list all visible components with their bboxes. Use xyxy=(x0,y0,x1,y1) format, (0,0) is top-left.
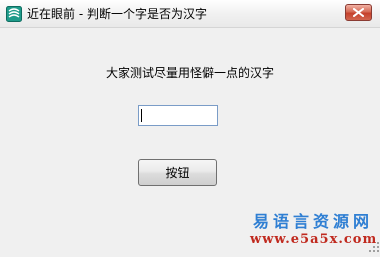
close-button[interactable] xyxy=(345,4,372,21)
resize-grip-icon[interactable] xyxy=(368,238,380,252)
watermark-site-url: www.e5a5x.com xyxy=(250,232,378,247)
window-title: 近在眼前 - 判断一个字是否为汉字 xyxy=(27,7,207,21)
watermark-site-name: 易语言资源网 xyxy=(252,212,373,231)
submit-button[interactable]: 按钮 xyxy=(138,159,217,186)
prompt-label: 大家测试尽量用怪僻一点的汉字 xyxy=(105,66,274,80)
close-icon xyxy=(353,8,364,17)
app-window: 近在眼前 - 判断一个字是否为汉字 大家测试尽量用怪僻一点的汉字 按钮 易语言资… xyxy=(0,0,380,252)
hanzi-input[interactable] xyxy=(138,105,218,126)
app-icon xyxy=(6,6,22,22)
text-caret xyxy=(141,109,142,122)
watermark: 易语言资源网 www.e5a5x.com xyxy=(250,212,376,248)
title-bar[interactable]: 近在眼前 - 判断一个字是否为汉字 xyxy=(0,0,380,28)
